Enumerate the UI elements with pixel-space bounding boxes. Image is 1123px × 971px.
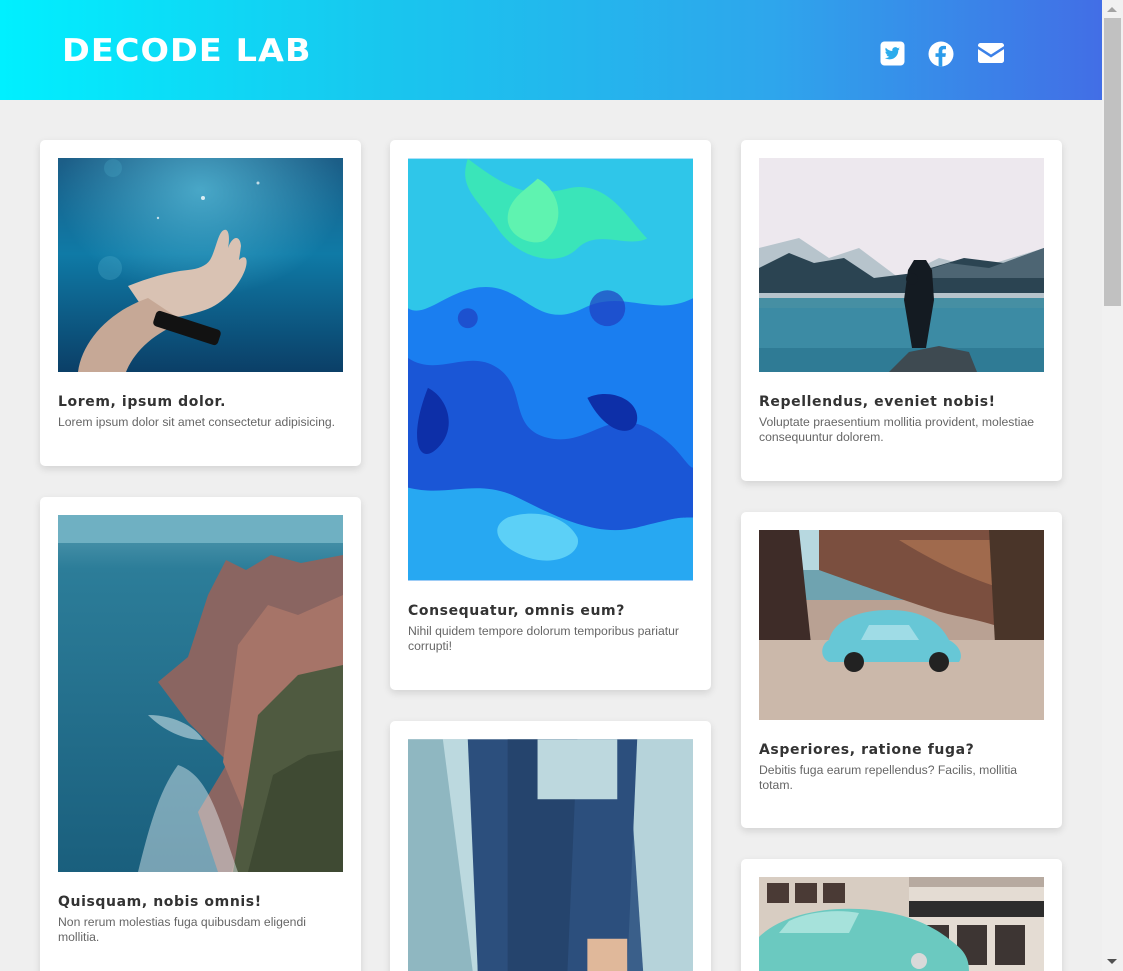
card-title: Lorem, ipsum dolor. <box>58 394 226 410</box>
card[interactable] <box>390 721 711 971</box>
site-logo[interactable]: DECODE LAB <box>62 33 312 69</box>
classic-car-street-image <box>759 877 1044 971</box>
blue-abstract-paint-image <box>408 158 693 581</box>
underwater-hand-image <box>58 158 343 372</box>
card[interactable] <box>741 859 1062 971</box>
card-title: Asperiores, ratione fuga? <box>759 742 975 758</box>
card-text: Nihil quidem tempore dolorum temporibus … <box>408 624 679 653</box>
vintage-beetle-car-image <box>759 530 1044 720</box>
card-title: Quisquam, nobis omnis! <box>58 894 262 910</box>
card-text: Debitis fuga earum repellendus? Facilis,… <box>759 763 1018 792</box>
card-title: Repellendus, eveniet nobis! <box>759 394 996 410</box>
page-header: DECODE LAB <box>0 0 1102 100</box>
twitter-icon[interactable] <box>880 41 905 66</box>
card[interactable]: Quisquam, nobis omnis! Non rerum molesti… <box>40 497 361 971</box>
scroll-up-arrow-icon[interactable] <box>1107 7 1117 12</box>
card-text: Non rerum molestias fuga quibusdam elige… <box>58 915 306 944</box>
card-text: Voluptate praesentium mollitia provident… <box>759 415 1035 444</box>
vertical-scrollbar[interactable] <box>1102 0 1123 971</box>
card[interactable]: Consequatur, omnis eum? Nihil quidem tem… <box>390 140 711 690</box>
card-text: Lorem ipsum dolor sit amet consectetur a… <box>58 415 336 429</box>
card[interactable]: Repellendus, eveniet nobis! Voluptate pr… <box>741 140 1062 481</box>
scrollbar-thumb[interactable] <box>1104 18 1121 306</box>
coastal-cliffs-image <box>58 515 343 872</box>
scroll-down-arrow-icon[interactable] <box>1107 959 1117 964</box>
person-denim-shirt-image <box>408 739 693 971</box>
card[interactable]: Lorem, ipsum dolor. Lorem ipsum dolor si… <box>40 140 361 466</box>
facebook-icon[interactable] <box>928 41 954 67</box>
card-title: Consequatur, omnis eum? <box>408 603 625 619</box>
envelope-icon[interactable] <box>977 41 1005 65</box>
card[interactable]: Asperiores, ratione fuga? Debitis fuga e… <box>741 512 1062 828</box>
lake-mountains-person-image <box>759 158 1044 372</box>
